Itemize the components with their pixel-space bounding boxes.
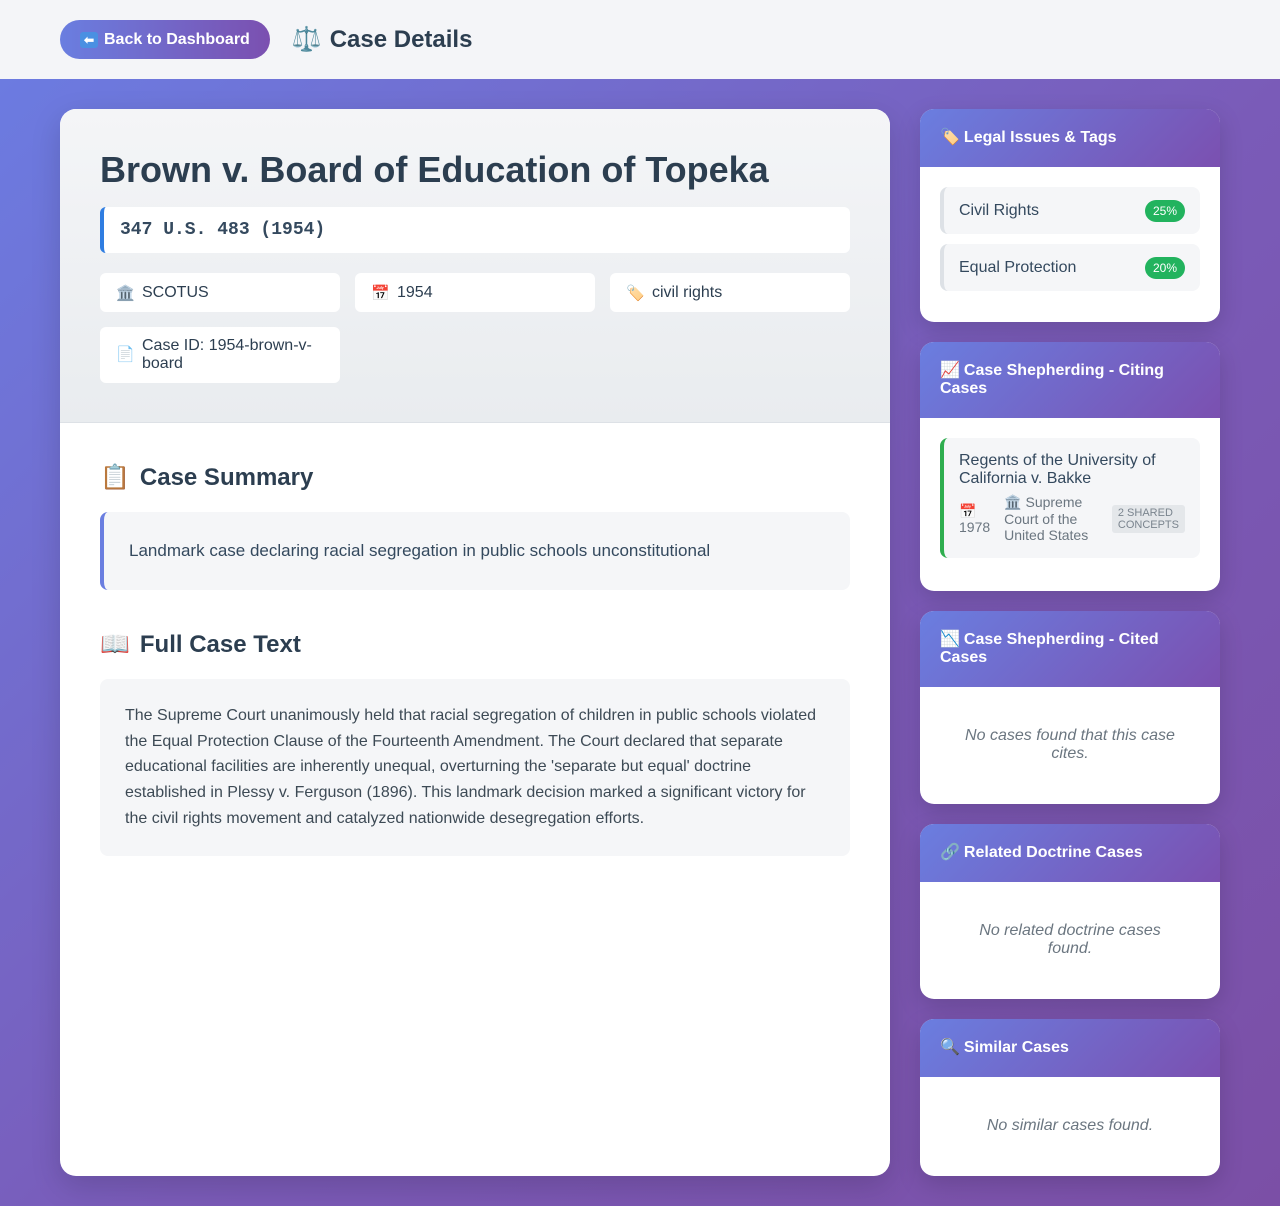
summary-heading-text: Case Summary: [139, 463, 314, 491]
doctrine-empty-message: No related doctrine cases found.: [979, 922, 1161, 957]
doctrine-panel-header: 🔗 Related Doctrine Cases: [920, 824, 1220, 882]
shared-concepts-badge: 2 shared concepts: [1111, 504, 1185, 533]
courthouse-icon: 🏛️: [1004, 494, 1022, 510]
meta-case-id-value: Case ID: 1954-brown-v-board: [142, 337, 312, 372]
case-summary: Landmark case declaring racial segregati…: [100, 512, 850, 590]
meta-year: 📅 1954: [355, 273, 595, 312]
fulltext-heading-text: Full Case Text: [139, 630, 301, 658]
chart-down-icon: 📉: [940, 631, 960, 648]
meta-category: 🏷️ civil rights: [610, 273, 850, 312]
tag-icon: 🏷️: [626, 284, 645, 302]
tag-score-badge: 20%: [1144, 256, 1185, 279]
clipboard-icon: 📋: [100, 464, 130, 491]
tag-icon: 🏷️: [940, 129, 960, 146]
tag-label: Equal Protection: [959, 258, 1077, 276]
similar-panel-title: Similar Cases: [963, 1039, 1069, 1056]
tag-item[interactable]: Equal Protection 20%: [940, 244, 1200, 291]
back-button-label: Back to Dashboard: [104, 30, 250, 48]
tags-panel: 🏷️ Legal Issues & Tags Civil Rights 25% E…: [920, 109, 1220, 322]
chart-up-icon: 📈: [940, 362, 960, 379]
citing-case-court: 🏛️ Supreme Court of the United States: [1004, 494, 1098, 544]
case-detail-card: Brown v. Board of Education of Topeka 34…: [60, 109, 890, 1176]
citing-case-year-value: 1978: [959, 518, 991, 535]
meta-category-value: civil rights: [652, 283, 723, 301]
meta-court: 🏛️ SCOTUS: [100, 273, 340, 312]
cited-panel-header: 📉 Case Shepherding - Cited Cases: [920, 611, 1220, 687]
similar-panel-body: No similar cases found.: [920, 1077, 1220, 1175]
calendar-icon: 📅: [371, 284, 390, 302]
page-title-text: Case Details: [329, 25, 473, 53]
case-meta-grid: 🏛️ SCOTUS 📅 1954 🏷️ civil rights 📄 Case …: [100, 273, 850, 383]
tags-panel-body: Civil Rights 25% Equal Protection 20%: [920, 167, 1220, 311]
doctrine-cases-panel: 🔗 Related Doctrine Cases No related doctr…: [920, 824, 1220, 999]
citing-case-year: 📅 1978: [959, 503, 990, 535]
calendar-icon: 📅: [959, 502, 977, 519]
citing-panel-body: Regents of the University of California …: [920, 418, 1220, 578]
case-title: Brown v. Board of Education of Topeka: [100, 149, 769, 190]
citing-panel-header: 📈 Case Shepherding - Citing Cases: [920, 342, 1220, 418]
tags-panel-title: Legal Issues & Tags: [963, 129, 1117, 146]
doctrine-panel-title: Related Doctrine Cases: [963, 844, 1143, 861]
case-body: 📋 Case Summary Landmark case declaring r…: [60, 423, 890, 896]
tag-label: Civil Rights: [959, 201, 1040, 219]
summary-heading: 📋 Case Summary: [100, 463, 850, 492]
link-icon: 🔗: [940, 844, 960, 861]
cited-panel-title: Case Shepherding - Cited Cases: [940, 631, 1159, 666]
similar-cases-panel: 🔍 Similar Cases No similar cases found.: [920, 1019, 1220, 1176]
similar-panel-header: 🔍 Similar Cases: [920, 1019, 1220, 1077]
tag-item[interactable]: Civil Rights 25%: [940, 187, 1200, 234]
case-header: Brown v. Board of Education of Topeka 34…: [60, 109, 890, 423]
back-to-dashboard-button[interactable]: ⬅ Back to Dashboard: [60, 20, 270, 59]
doctrine-panel-body: No related doctrine cases found.: [920, 882, 1220, 998]
meta-case-id: 📄 Case ID: 1954-brown-v-board: [100, 327, 340, 383]
citing-cases-panel: 📈 Case Shepherding - Citing Cases Regents…: [920, 342, 1220, 591]
courthouse-icon: 🏛️: [116, 284, 135, 302]
page-title: ⚖️ Case Details: [292, 25, 473, 54]
scales-icon: ⚖️: [291, 26, 322, 53]
magnifier-icon: 🔍: [940, 1039, 960, 1056]
similar-empty-message: No similar cases found.: [986, 1117, 1154, 1134]
left-arrow-icon: ⬅: [80, 31, 98, 48]
cited-panel-body: No cases found that this case cites.: [920, 687, 1220, 803]
open-book-icon: 📖: [100, 631, 130, 658]
case-full-text: The Supreme Court unanimously held that …: [100, 679, 850, 856]
case-citation: 347 U.S. 483 (1954): [100, 207, 850, 253]
citing-panel-title: Case Shepherding - Citing Cases: [940, 362, 1164, 397]
citing-case-card[interactable]: Regents of the University of California …: [940, 438, 1200, 558]
tag-score-badge: 25%: [1144, 199, 1185, 222]
top-bar: ⬅ Back to Dashboard ⚖️ Case Details: [0, 0, 1280, 79]
meta-court-value: SCOTUS: [142, 283, 209, 301]
citing-case-name: Regents of the University of California …: [959, 452, 1156, 487]
cited-cases-panel: 📉 Case Shepherding - Cited Cases No cases…: [920, 611, 1220, 804]
citing-case-meta: 📅 1978 🏛️ Supreme Court of the United St…: [959, 494, 1185, 544]
fulltext-heading: 📖 Full Case Text: [100, 630, 850, 659]
document-icon: 📄: [116, 346, 135, 363]
cited-empty-message: No cases found that this case cites.: [965, 727, 1175, 762]
meta-year-value: 1954: [397, 283, 433, 301]
tags-panel-header: 🏷️ Legal Issues & Tags: [920, 109, 1220, 167]
